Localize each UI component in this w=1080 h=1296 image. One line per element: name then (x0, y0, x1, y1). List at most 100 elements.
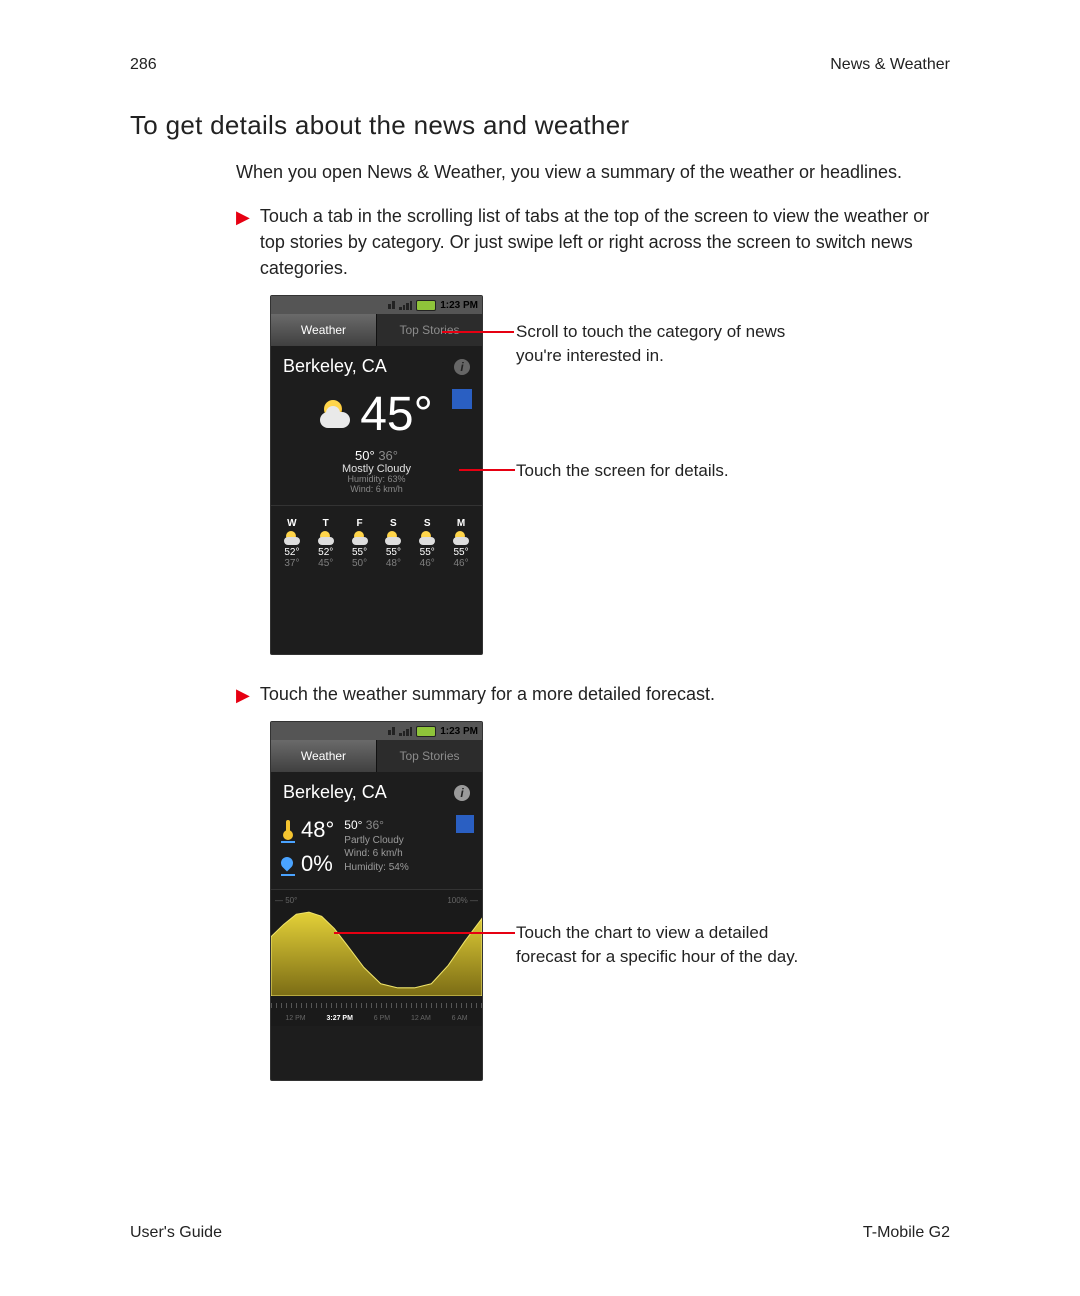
current-temp: 45° (360, 387, 433, 442)
status-bar: 1:23 PM (271, 296, 482, 314)
callout-screen-details: Touch the screen for details. (516, 459, 729, 483)
day-label: S (412, 518, 442, 529)
raindrop-icon (281, 855, 295, 873)
forecast-low: 45° (311, 558, 341, 569)
page-number: 286 (130, 56, 157, 74)
thermometer-icon (281, 820, 295, 840)
forecast-day[interactable]: M 55°46° (446, 518, 476, 569)
condition-label: Partly Cloudy (344, 834, 408, 848)
partly-cloudy-icon (284, 531, 300, 545)
day-label: W (277, 518, 307, 529)
bullet-triangle-icon: ▶ (236, 205, 250, 229)
location-row: Berkeley, CA i (271, 346, 482, 383)
info-icon[interactable]: i (454, 785, 470, 801)
high-value: 50° (355, 448, 375, 463)
phone-screenshot-2: 1:23 PM Weather Top Stories Berkeley, CA… (270, 721, 483, 1081)
high-value: 50° (344, 818, 362, 832)
bullet-text: Touch a tab in the scrolling list of tab… (260, 203, 950, 281)
weather-channel-icon (456, 815, 474, 833)
bullet-triangle-icon: ▶ (236, 683, 250, 707)
callout-line-icon (442, 331, 514, 333)
chart-xtick: 3:27 PM (326, 1015, 352, 1022)
partly-cloudy-icon (453, 531, 469, 545)
day-label: F (345, 518, 375, 529)
daily-forecast-strip[interactable]: W52°37°T52°45°F55°50°S55°48°S55°46°M55°4… (271, 505, 482, 569)
humidity-label: Humidity: 54% (344, 861, 408, 875)
forecast-high: 55° (412, 547, 442, 558)
precip-percent: 0% (301, 851, 333, 877)
forecast-day[interactable]: S 55°46° (412, 518, 442, 569)
callout-line-icon (334, 932, 515, 934)
page-footer: User's Guide T-Mobile G2 (130, 1224, 950, 1242)
low-value: 36° (366, 818, 384, 832)
forecast-low: 46° (446, 558, 476, 569)
forecast-day[interactable]: T52°45° (311, 518, 341, 569)
bullet-text: Touch the weather summary for a more det… (260, 681, 715, 707)
battery-icon (416, 726, 436, 737)
status-time: 1:23 PM (440, 726, 478, 737)
chart-xtick: 12 PM (285, 1015, 305, 1022)
current-temp: 48° (301, 817, 334, 843)
signal-bars-icon (399, 301, 412, 310)
chart-minor-ticks (271, 1003, 482, 1008)
day-label: S (378, 518, 408, 529)
network-icon (388, 727, 395, 735)
chart-xtick: 6 AM (452, 1015, 468, 1022)
wind-label: Wind: 6 km/h (271, 485, 482, 495)
status-bar: 1:23 PM (271, 722, 482, 740)
tab-bar[interactable]: Weather Top Stories (271, 314, 482, 346)
forecast-high: 52° (277, 547, 307, 558)
forecast-low: 48° (378, 558, 408, 569)
callout-chart: Touch the chart to view a detailed forec… (516, 921, 826, 969)
battery-icon (416, 300, 436, 311)
page-header: 286 News & Weather (130, 56, 950, 74)
phone-screenshot-1: 1:23 PM Weather Top Stories Berkeley, CA… (270, 295, 483, 655)
partly-cloudy-icon (352, 531, 368, 545)
figure-2: 1:23 PM Weather Top Stories Berkeley, CA… (270, 721, 950, 1093)
section-name: News & Weather (830, 56, 950, 74)
tab-top-stories[interactable]: Top Stories (377, 740, 482, 772)
chart-xtick: 12 AM (411, 1015, 431, 1022)
wind-label: Wind: 6 km/h (344, 847, 408, 861)
forecast-high: 52° (311, 547, 341, 558)
forecast-high: 55° (345, 547, 375, 558)
status-time: 1:23 PM (440, 300, 478, 311)
bullet-item: ▶ Touch the weather summary for a more d… (236, 681, 950, 707)
forecast-day[interactable]: S 55°48° (378, 518, 408, 569)
section-title: To get details about the news and weathe… (130, 110, 950, 141)
weather-channel-icon (452, 389, 472, 409)
low-value: 36° (378, 448, 398, 463)
tab-weather[interactable]: Weather (271, 314, 377, 346)
info-icon[interactable]: i (454, 359, 470, 375)
forecast-high: 55° (446, 547, 476, 558)
signal-bars-icon (399, 727, 412, 736)
location-label: Berkeley, CA (283, 356, 387, 377)
current-weather-block[interactable]: 45° (271, 387, 482, 442)
forecast-low: 50° (345, 558, 375, 569)
forecast-day[interactable]: W52°37° (277, 518, 307, 569)
forecast-high: 55° (378, 547, 408, 558)
forecast-day[interactable]: F 55°50° (345, 518, 375, 569)
callout-tabs: Scroll to touch the category of news you… (516, 320, 826, 368)
bullet-item: ▶ Touch a tab in the scrolling list of t… (236, 203, 950, 281)
chart-xtick: 6 PM (374, 1015, 390, 1022)
tab-top-stories[interactable]: Top Stories (377, 314, 482, 346)
tab-bar[interactable]: Weather Top Stories (271, 740, 482, 772)
day-label: M (446, 518, 476, 529)
partly-cloudy-icon (419, 531, 435, 545)
tab-weather[interactable]: Weather (271, 740, 377, 772)
partly-cloudy-icon (318, 531, 334, 545)
intro-paragraph: When you open News & Weather, you view a… (236, 159, 916, 185)
hourly-chart[interactable]: — 50° 100% — 12 PM3:27 PM6 PM12 AM6 AM (271, 889, 482, 1026)
network-icon (388, 301, 395, 309)
high-low: 50° 36° (271, 448, 482, 463)
footer-left: User's Guide (130, 1224, 222, 1242)
current-conditions[interactable]: 50° 36° Mostly Cloudy Humidity: 63% Wind… (271, 448, 482, 495)
current-stats-block[interactable]: 48° 0% 50° 36° Partly Cloudy Wind: 6 km/… (271, 809, 482, 877)
temperature-area-chart[interactable] (271, 904, 482, 996)
figure-1: 1:23 PM Weather Top Stories Berkeley, CA… (270, 295, 950, 667)
forecast-low: 46° (412, 558, 442, 569)
partly-cloudy-icon (320, 400, 354, 430)
chart-x-axis: 12 PM 3:27 PM 6 PM 12 AM 6 AM (271, 1015, 482, 1022)
footer-right: T-Mobile G2 (863, 1224, 950, 1242)
